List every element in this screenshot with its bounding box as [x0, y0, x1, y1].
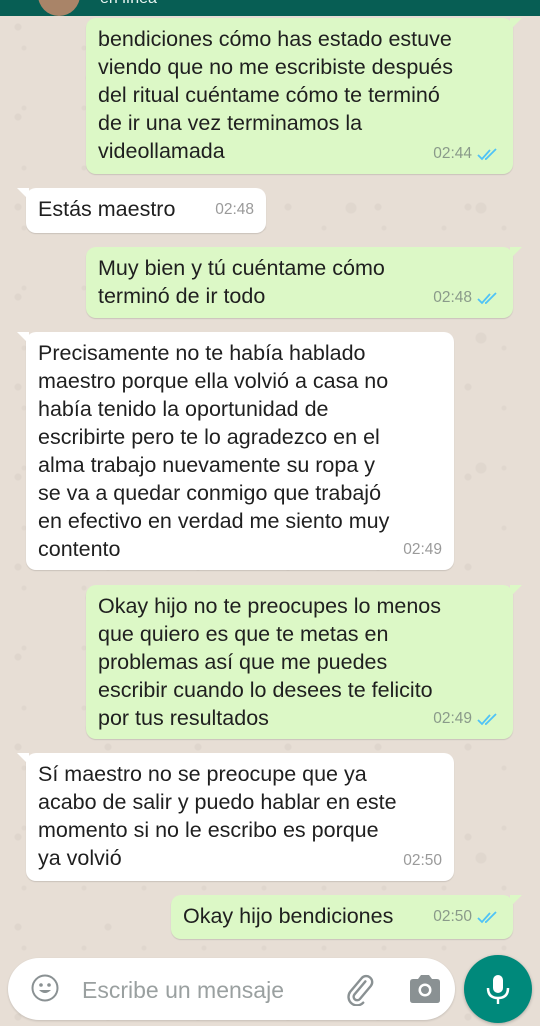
microphone-button[interactable] — [464, 955, 532, 1023]
message-time: 02:44 — [433, 145, 472, 162]
emoji-icon[interactable] — [31, 974, 59, 1002]
paperclip-icon[interactable] — [342, 972, 376, 1006]
message-bubble-outgoing[interactable]: Muy bien y tú cuéntame cómo terminó de i… — [86, 247, 522, 318]
message-composer — [8, 958, 455, 1020]
message-bubble-incoming[interactable]: Sí maestro no se preocupe que ya acabo d… — [17, 753, 454, 881]
message-bubble-incoming[interactable]: Precisamente no te había hablado maestro… — [17, 332, 454, 570]
message-bubble-outgoing[interactable]: Okay hijo bendiciones 02:50 — [171, 895, 522, 939]
message-time: 02:49 — [433, 710, 472, 727]
double-check-icon — [477, 292, 497, 305]
microphone-icon — [486, 975, 510, 1004]
camera-icon[interactable] — [407, 974, 443, 1004]
double-check-icon — [477, 911, 497, 924]
chat-header[interactable]: en línea — [0, 0, 540, 16]
message-bubble-incoming[interactable]: Estás maestro 02:48 — [17, 188, 266, 233]
message-time: 02:50 — [403, 852, 442, 869]
message-input[interactable] — [80, 970, 334, 1010]
message-time: 02:48 — [215, 201, 254, 218]
double-check-icon — [477, 713, 497, 726]
message-text: Sí maestro no se preocupe que ya acabo d… — [38, 762, 397, 870]
contact-status: en línea — [100, 0, 157, 8]
message-time: 02:49 — [403, 541, 442, 558]
message-bubble-outgoing[interactable]: bendiciones cómo has estado estuve viend… — [86, 18, 522, 174]
message-time: 02:48 — [433, 289, 472, 306]
message-text: Precisamente no te había hablado maestro… — [38, 341, 390, 561]
message-time: 02:50 — [433, 908, 472, 925]
message-bubble-outgoing[interactable]: Okay hijo no te preocupes lo menos que q… — [86, 585, 522, 739]
double-check-icon — [477, 148, 497, 161]
contact-avatar[interactable] — [38, 0, 80, 16]
